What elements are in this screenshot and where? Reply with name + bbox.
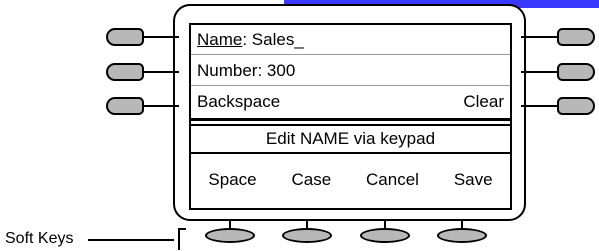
- soft-key-2[interactable]: [282, 228, 332, 243]
- soft-key-4[interactable]: [437, 228, 487, 243]
- callout-bracket: [178, 228, 186, 250]
- soft-key-1[interactable]: [205, 228, 255, 243]
- prompt-message: Edit NAME via keypad: [189, 124, 512, 154]
- connector: [143, 105, 179, 107]
- name-label: Name: [197, 30, 243, 49]
- softkey-label-bar: Space Case Cancel Save: [191, 165, 510, 195]
- soft-key-stem: [229, 221, 231, 228]
- softkey-label-space[interactable]: Space: [208, 165, 256, 195]
- name-field: Name: Sales_: [197, 25, 304, 55]
- name-value: : Sales_: [242, 30, 304, 49]
- divider: [191, 118, 510, 121]
- connector: [521, 105, 557, 107]
- soft-key-3[interactable]: [360, 228, 410, 243]
- soft-keys-callout: Soft Keys: [5, 230, 74, 247]
- action-row: Backspace Clear: [191, 87, 510, 117]
- line-key-left-1[interactable]: [106, 28, 144, 46]
- connector: [143, 36, 179, 38]
- connector: [521, 71, 557, 73]
- line-key-right-1[interactable]: [557, 28, 595, 46]
- line-key-right-3[interactable]: [557, 97, 595, 115]
- softkey-label-save[interactable]: Save: [454, 165, 493, 195]
- phone-diagram: Name: Sales_ Number: 300 Backspace Clear…: [0, 0, 599, 251]
- callout-leader-line: [88, 239, 174, 241]
- soft-key-stem: [306, 221, 308, 228]
- connector: [143, 71, 179, 73]
- soft-key-stem: [384, 221, 386, 228]
- number-row: Number: 300: [191, 56, 510, 86]
- name-row: Name: Sales_: [191, 25, 510, 55]
- soft-key-stem: [461, 221, 463, 228]
- connector: [521, 36, 557, 38]
- softkey-label-case[interactable]: Case: [291, 165, 331, 195]
- line-key-right-2[interactable]: [557, 63, 595, 81]
- number-text: Number: 300: [197, 61, 296, 80]
- backspace-option[interactable]: Backspace: [197, 87, 280, 117]
- line-key-left-3[interactable]: [106, 97, 144, 115]
- softkey-label-cancel[interactable]: Cancel: [366, 165, 419, 195]
- line-key-left-2[interactable]: [106, 63, 144, 81]
- clear-option[interactable]: Clear: [463, 87, 504, 117]
- display-screen: Name: Sales_ Number: 300 Backspace Clear…: [189, 23, 512, 210]
